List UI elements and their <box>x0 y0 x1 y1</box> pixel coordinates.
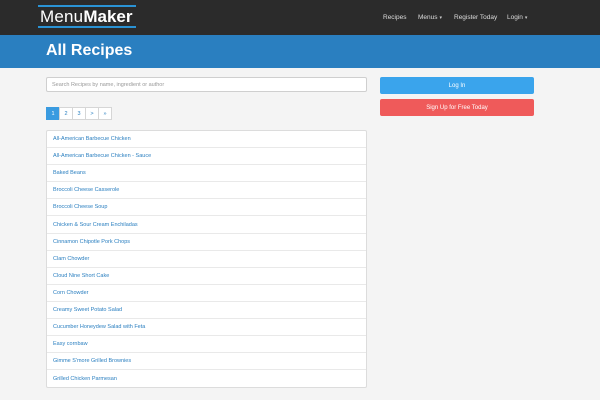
logo-text[interactable]: Menu Maker <box>40 6 132 28</box>
nav-register[interactable]: Register Today <box>454 14 497 21</box>
nav-menus[interactable]: Menus ▾ <box>418 14 442 21</box>
page-1-button[interactable]: 1 <box>46 107 60 120</box>
signup-button[interactable]: Sign Up for Free Today <box>380 99 534 116</box>
nav-login-label: Login <box>507 14 523 21</box>
login-button[interactable]: Log In <box>380 77 534 94</box>
recipe-list: All-American Barbecue Chicken All-Americ… <box>46 130 367 389</box>
page-banner: All Recipes <box>0 35 600 68</box>
nav-recipes[interactable]: Recipes <box>383 14 406 21</box>
page-title: All Recipes <box>46 42 133 59</box>
recipe-list-item[interactable]: Easy cornbaw <box>47 336 366 354</box>
recipe-list-item[interactable]: Creamy Sweet Potato Salad <box>47 302 366 320</box>
recipe-list-item[interactable]: Cloud Nine Short Cake <box>47 268 366 285</box>
top-navbar: Menu Maker Recipes Menus ▾ Register Today … <box>0 0 600 35</box>
logo-menu-text: Menu <box>40 7 84 26</box>
recipe-list-item[interactable]: All-American Barbecue Chicken - Sauce <box>47 148 366 166</box>
page-2-button[interactable]: 2 <box>59 107 73 120</box>
chevron-down-icon: ▾ <box>524 15 528 21</box>
search-input[interactable] <box>46 77 367 92</box>
pagination: 1 2 3 > » <box>46 107 112 120</box>
next-page-button[interactable]: > <box>85 107 99 120</box>
recipe-list-item[interactable]: Clam Chowder <box>47 251 366 268</box>
recipe-list-item[interactable]: Gimme S'more Grilled Brownies <box>47 353 366 371</box>
nav-menus-label: Menus <box>418 14 438 21</box>
page-3-button[interactable]: 3 <box>72 107 86 120</box>
recipe-list-item[interactable]: Broccoli Cheese Soup <box>47 199 366 217</box>
logo-maker-text: Maker <box>83 7 133 26</box>
recipe-list-item[interactable]: Cinnamon Chipotle Pork Chops <box>47 234 366 251</box>
nav-login[interactable]: Login ▾ <box>507 14 527 21</box>
recipe-list-item[interactable]: Baked Beans <box>47 165 366 183</box>
recipe-list-item[interactable]: All-American Barbecue Chicken <box>47 131 366 149</box>
chevron-down-icon: ▾ <box>439 15 443 21</box>
last-page-button[interactable]: » <box>98 107 112 120</box>
recipe-list-item[interactable]: Corn Chowder <box>47 285 366 302</box>
recipe-list-item[interactable]: Broccoli Cheese Casserole <box>47 182 366 200</box>
recipe-list-item[interactable]: Chicken & Sour Cream Enchiladas <box>47 216 366 234</box>
recipe-list-item[interactable]: Grilled Chicken Parmesan <box>47 370 366 387</box>
recipe-list-item[interactable]: Cucumber Honeydew Salad with Feta <box>47 319 366 337</box>
